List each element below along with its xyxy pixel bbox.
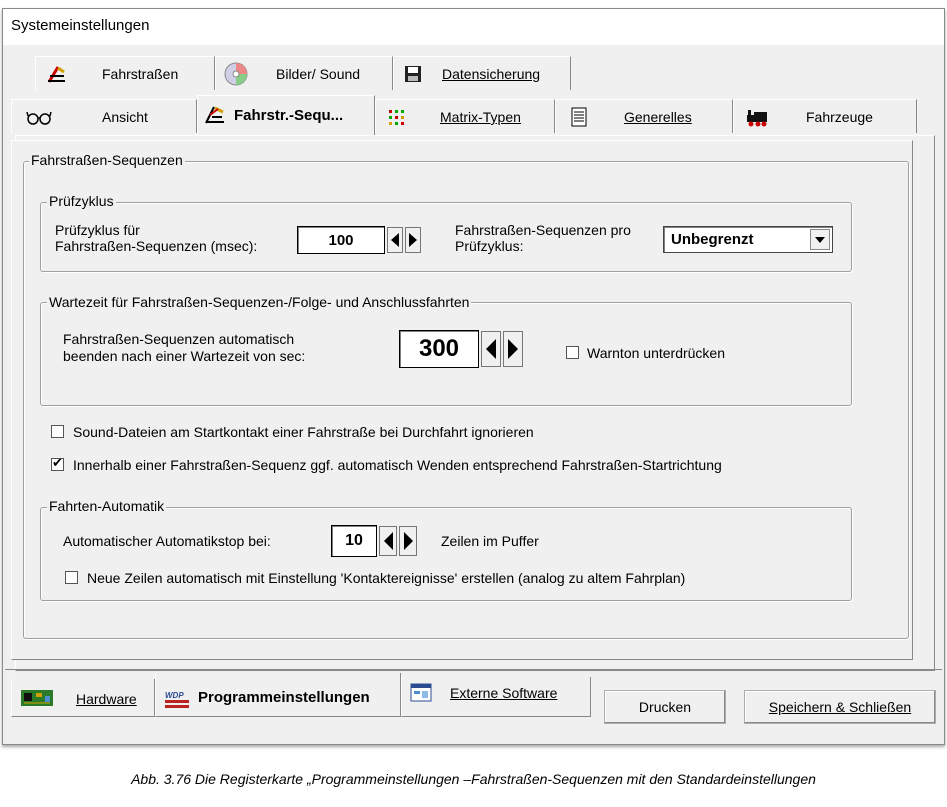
- tab-label: Fahrstr.-Sequ...: [234, 107, 344, 124]
- pruefzyklus-label-1: Prüfzyklus für: [55, 222, 140, 238]
- svg-text:WDP: WDP: [165, 691, 184, 700]
- warnton-label: Warnton unterdrücken: [587, 345, 725, 361]
- tab-label: Matrix-Typen: [440, 109, 521, 125]
- automatik-title: Fahrten-Automatik: [47, 498, 167, 514]
- tab-label: Externe Software: [450, 685, 558, 701]
- tab-label: Generelles: [624, 109, 692, 125]
- pruefzyklus-input[interactable]: 100: [297, 226, 385, 254]
- tab-hardware[interactable]: Hardware: [11, 679, 155, 717]
- arrow-right-icon[interactable]: [503, 331, 523, 367]
- glasses-icon: [26, 111, 52, 125]
- tab-externe-software[interactable]: Externe Software: [401, 677, 591, 717]
- tab-programmeinstellungen[interactable]: WDP Programmeinstellungen: [155, 673, 401, 717]
- tab-label: Programmeinstellungen: [198, 689, 370, 706]
- new-rows-label: Neue Zeilen automatisch mit Einstellung …: [87, 570, 686, 586]
- pruefzyklus-label-2: Fahrstraßen-Sequenzen (msec):: [55, 238, 258, 254]
- tab-label: Fahrzeuge: [806, 109, 873, 125]
- route-icon: [47, 66, 65, 83]
- auto-wenden-checkbox[interactable]: [51, 456, 64, 471]
- arrow-right-icon[interactable]: [405, 227, 421, 253]
- tab-bilder-sound[interactable]: Bilder/ Sound: [215, 56, 393, 90]
- per-cycle-label-1: Fahrstraßen-Sequenzen pro: [455, 222, 631, 238]
- per-cycle-value: Unbegrenzt: [671, 231, 754, 248]
- locomotive-icon: [747, 110, 767, 127]
- automatik-label: Automatischer Automatikstop bei:: [63, 533, 271, 549]
- tab-label: Datensicherung: [442, 66, 541, 82]
- tab-generelles[interactable]: Generelles: [555, 99, 733, 133]
- tab-label: Bilder/ Sound: [276, 66, 361, 82]
- route-sequence-icon: [205, 106, 224, 124]
- wartezeit-label-1: Fahrstraßen-Sequenzen automatisch: [63, 331, 295, 347]
- wartezeit-title: Wartezeit für Fahrstraßen-Sequenzen-/Fol…: [47, 294, 472, 310]
- arrow-left-icon[interactable]: [481, 331, 501, 367]
- divider: [5, 669, 942, 670]
- pruefzyklus-stepper[interactable]: [387, 227, 421, 253]
- matrix-icon: [389, 110, 404, 125]
- per-cycle-label-2: Prüfzyklus:: [455, 238, 524, 254]
- window-app-icon: [410, 683, 432, 702]
- chevron-down-icon[interactable]: [810, 229, 830, 250]
- sound-ignore-label: Sound-Dateien am Startkontakt einer Fahr…: [73, 424, 534, 440]
- group-title: Fahrstraßen-Sequenzen: [29, 152, 185, 168]
- title-bar: Systemeinstellungen: [3, 9, 944, 45]
- window-title: Systemeinstellungen: [11, 17, 150, 34]
- automatik-suffix: Zeilen im Puffer: [441, 533, 539, 549]
- automatik-stepper[interactable]: [379, 526, 417, 556]
- document-icon: [571, 107, 587, 127]
- tab-ansicht[interactable]: Ansicht: [11, 99, 197, 133]
- fahrten-automatik-group: [40, 507, 852, 601]
- print-button[interactable]: Drucken: [604, 690, 726, 724]
- wartezeit-label-2: beenden nach einer Wartezeit von sec:: [63, 348, 306, 364]
- tab-label: Fahrstraßen: [102, 66, 179, 82]
- program-icon: WDP: [165, 691, 189, 708]
- automatik-input[interactable]: 10: [331, 525, 377, 557]
- tab-fahrstr-sequ[interactable]: Fahrstr.-Sequ...: [197, 95, 375, 135]
- pruefzyklus-title: Prüfzyklus: [47, 193, 116, 209]
- settings-window: Systemeinstellungen Fahrstraßen Bilder/ …: [2, 8, 945, 745]
- sound-ignore-checkbox[interactable]: [51, 425, 64, 438]
- figure-caption: Abb. 3.76 Die Registerkarte „Programmein…: [131, 771, 816, 787]
- cd-icon: [224, 62, 248, 86]
- arrow-right-icon[interactable]: [399, 526, 417, 556]
- auto-wenden-label: Innerhalb einer Fahrstraßen-Sequenz ggf.…: [73, 457, 722, 473]
- circuit-board-icon: [21, 690, 53, 706]
- tab-matrix-typen[interactable]: Matrix-Typen: [375, 99, 555, 133]
- arrow-left-icon[interactable]: [379, 526, 397, 556]
- tab-label: Ansicht: [102, 109, 148, 125]
- wartezeit-input[interactable]: 300: [399, 330, 479, 368]
- per-cycle-select[interactable]: Unbegrenzt: [663, 226, 833, 253]
- arrow-left-icon[interactable]: [387, 227, 403, 253]
- tab-datensicherung[interactable]: Datensicherung: [393, 56, 571, 90]
- save-close-button[interactable]: Speichern & Schließen: [744, 690, 936, 724]
- new-rows-checkbox[interactable]: [65, 571, 78, 584]
- tab-fahrzeuge[interactable]: Fahrzeuge: [733, 99, 917, 133]
- floppy-disk-icon: [405, 66, 421, 82]
- warnton-checkbox[interactable]: [566, 346, 579, 359]
- wartezeit-stepper[interactable]: [481, 331, 523, 367]
- tab-fahrstrassen[interactable]: Fahrstraßen: [35, 56, 215, 90]
- tab-label: Hardware: [76, 691, 137, 707]
